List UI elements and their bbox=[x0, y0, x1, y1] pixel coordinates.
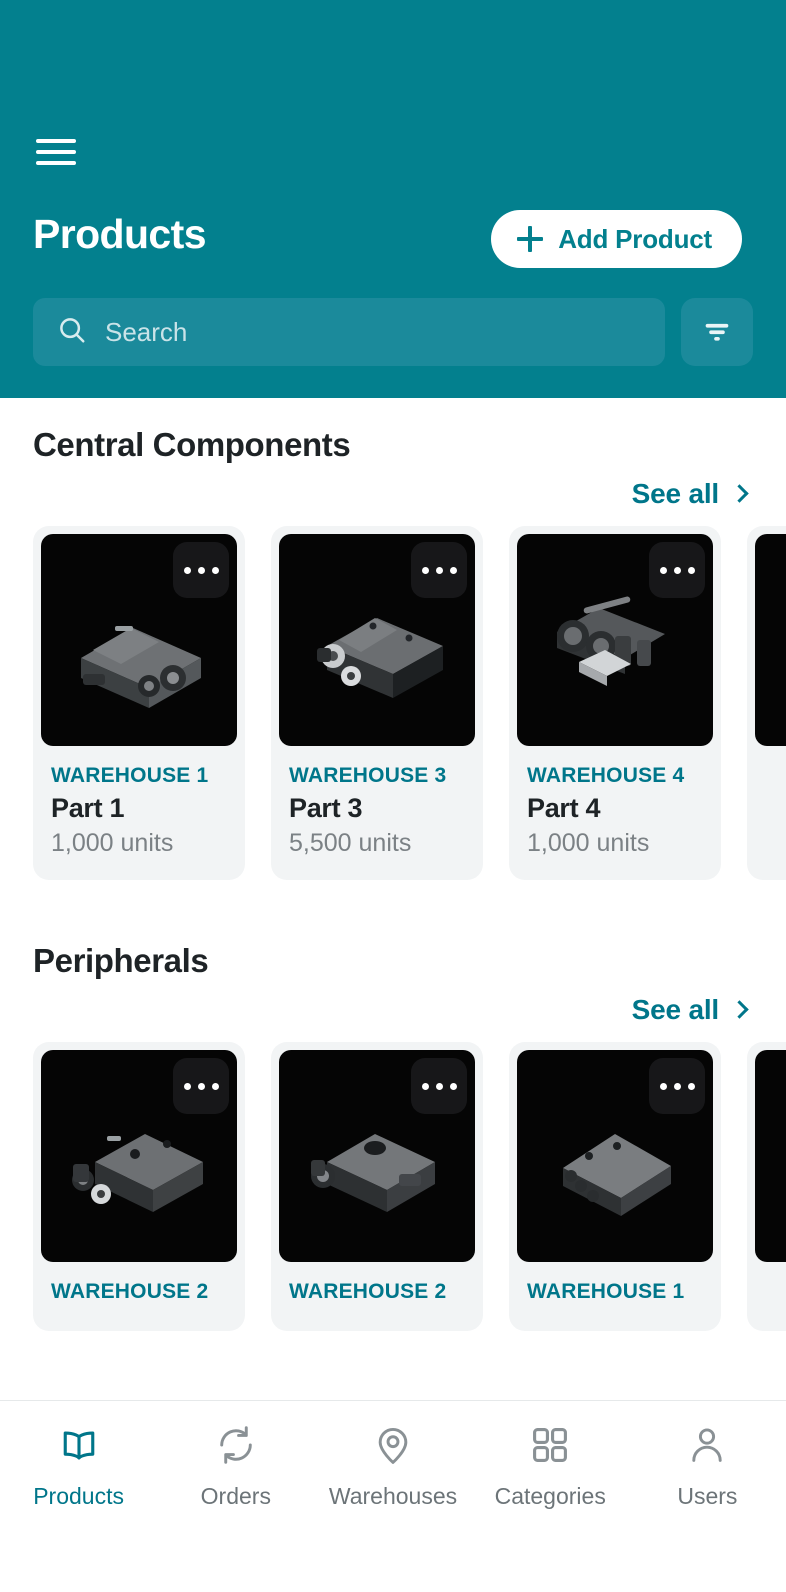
nav-item-orders[interactable]: Orders bbox=[157, 1423, 314, 1510]
product-thumbnail bbox=[755, 1050, 786, 1262]
product-thumbnail bbox=[517, 1050, 713, 1262]
product-units: 1,000 units bbox=[51, 829, 174, 857]
see-all-label: See all bbox=[631, 478, 720, 509]
search-row bbox=[33, 298, 753, 366]
product-card-body: WAREHOUSE 1 Part 1 1,000 units bbox=[41, 746, 237, 880]
warehouse-label: WAREHOUSE 3 bbox=[289, 764, 447, 787]
product-card-body: WAREHOUSE 2 bbox=[279, 1262, 475, 1331]
see-all-central-components[interactable]: See all bbox=[631, 478, 749, 510]
product-card[interactable] bbox=[747, 526, 786, 880]
section-title: Peripherals bbox=[33, 942, 209, 979]
nav-label: Orders bbox=[200, 1483, 271, 1509]
hamburger-line bbox=[36, 150, 76, 154]
product-thumbnail bbox=[279, 534, 475, 746]
hamburger-line bbox=[36, 139, 76, 143]
product-card-body: WAREHOUSE 2 bbox=[41, 1262, 237, 1331]
product-card[interactable] bbox=[747, 1042, 786, 1331]
product-card[interactable]: WAREHOUSE 1 bbox=[509, 1042, 721, 1331]
product-thumbnail bbox=[517, 534, 713, 746]
nav-item-products[interactable]: Products bbox=[0, 1423, 157, 1510]
warehouse-label: WAREHOUSE 2 bbox=[51, 1280, 209, 1303]
product-units: 1,000 units bbox=[527, 829, 650, 857]
product-name: Part 4 bbox=[527, 793, 601, 823]
sync-icon bbox=[214, 1423, 258, 1472]
chevron-right-icon bbox=[730, 999, 749, 1019]
product-card-body bbox=[755, 746, 786, 791]
product-card[interactable]: WAREHOUSE 2 bbox=[271, 1042, 483, 1331]
product-card-body: WAREHOUSE 1 bbox=[517, 1262, 713, 1331]
see-all-peripherals[interactable]: See all bbox=[631, 994, 749, 1026]
product-rail-central-components[interactable]: WAREHOUSE 1 Part 1 1,000 units WAREHOUSE… bbox=[0, 526, 786, 880]
chevron-right-icon bbox=[730, 483, 749, 503]
nav-item-users[interactable]: Users bbox=[629, 1423, 786, 1510]
hamburger-line bbox=[36, 161, 76, 165]
product-card[interactable]: WAREHOUSE 3 Part 3 5,500 units bbox=[271, 526, 483, 880]
product-card[interactable]: WAREHOUSE 4 Part 4 1,000 units bbox=[509, 526, 721, 880]
nav-item-categories[interactable]: Categories bbox=[472, 1423, 629, 1510]
product-card-body bbox=[755, 1262, 786, 1307]
nav-item-warehouses[interactable]: Warehouses bbox=[314, 1423, 471, 1510]
warehouse-label: WAREHOUSE 4 bbox=[527, 764, 685, 787]
nav-label: Products bbox=[33, 1483, 124, 1509]
search-box[interactable] bbox=[33, 298, 665, 366]
product-card-body: WAREHOUSE 4 Part 4 1,000 units bbox=[517, 746, 713, 880]
more-options-icon[interactable] bbox=[649, 1058, 705, 1114]
nav-label: Categories bbox=[494, 1483, 606, 1509]
plus-icon bbox=[517, 226, 544, 252]
section-peripherals: Peripherals See all WAREHOUSE 2 WAREHOUS… bbox=[0, 942, 786, 1331]
product-thumbnail bbox=[755, 534, 786, 746]
products-screen: Products Add Product Search Central Comp… bbox=[0, 0, 786, 1592]
part-render-8 bbox=[755, 1050, 786, 1262]
grid-icon bbox=[528, 1423, 572, 1472]
warehouse-label: WAREHOUSE 1 bbox=[51, 764, 209, 787]
product-rail-peripherals[interactable]: WAREHOUSE 2 WAREHOUSE 2 WAREHOUSE 1 bbox=[0, 1042, 786, 1331]
product-name: Part 1 bbox=[51, 793, 125, 823]
search-icon bbox=[57, 315, 87, 350]
product-name: Part 3 bbox=[289, 793, 363, 823]
product-card[interactable]: WAREHOUSE 2 bbox=[33, 1042, 245, 1331]
product-card-body: WAREHOUSE 3 Part 3 5,500 units bbox=[279, 746, 475, 880]
add-product-label: Add Product bbox=[558, 223, 712, 254]
book-icon bbox=[57, 1423, 101, 1472]
product-thumbnail bbox=[41, 1050, 237, 1262]
bottom-navigation-bar: Products Orders Warehouses Categories Us… bbox=[0, 1400, 786, 1592]
filter-icon bbox=[700, 314, 734, 351]
warehouse-label: WAREHOUSE 2 bbox=[289, 1280, 447, 1303]
more-options-icon[interactable] bbox=[173, 542, 229, 598]
filter-button[interactable] bbox=[681, 298, 753, 366]
part-render-4 bbox=[755, 534, 786, 746]
product-card[interactable]: WAREHOUSE 1 Part 1 1,000 units bbox=[33, 526, 245, 880]
search-input[interactable] bbox=[105, 316, 641, 348]
more-options-icon[interactable] bbox=[411, 542, 467, 598]
see-all-label: See all bbox=[631, 994, 720, 1025]
add-product-button[interactable]: Add Product bbox=[491, 210, 742, 268]
map-pin-icon bbox=[371, 1423, 415, 1472]
product-thumbnail bbox=[279, 1050, 475, 1262]
warehouse-label: WAREHOUSE 1 bbox=[527, 1280, 685, 1303]
more-options-icon[interactable] bbox=[411, 1058, 467, 1114]
more-options-icon[interactable] bbox=[649, 542, 705, 598]
section-title: Central Components bbox=[33, 426, 351, 463]
nav-label: Warehouses bbox=[328, 1483, 458, 1509]
app-header: Products Add Product bbox=[0, 0, 786, 398]
nav-label: Users bbox=[677, 1483, 738, 1509]
user-icon bbox=[685, 1423, 729, 1472]
more-options-icon[interactable] bbox=[173, 1058, 229, 1114]
product-units: 5,500 units bbox=[289, 829, 412, 857]
product-thumbnail bbox=[41, 534, 237, 746]
page-title: Products bbox=[33, 211, 207, 257]
section-central-components: Central Components See all WAREHOUSE 1 P… bbox=[0, 398, 786, 880]
hamburger-menu-icon[interactable] bbox=[36, 136, 76, 168]
